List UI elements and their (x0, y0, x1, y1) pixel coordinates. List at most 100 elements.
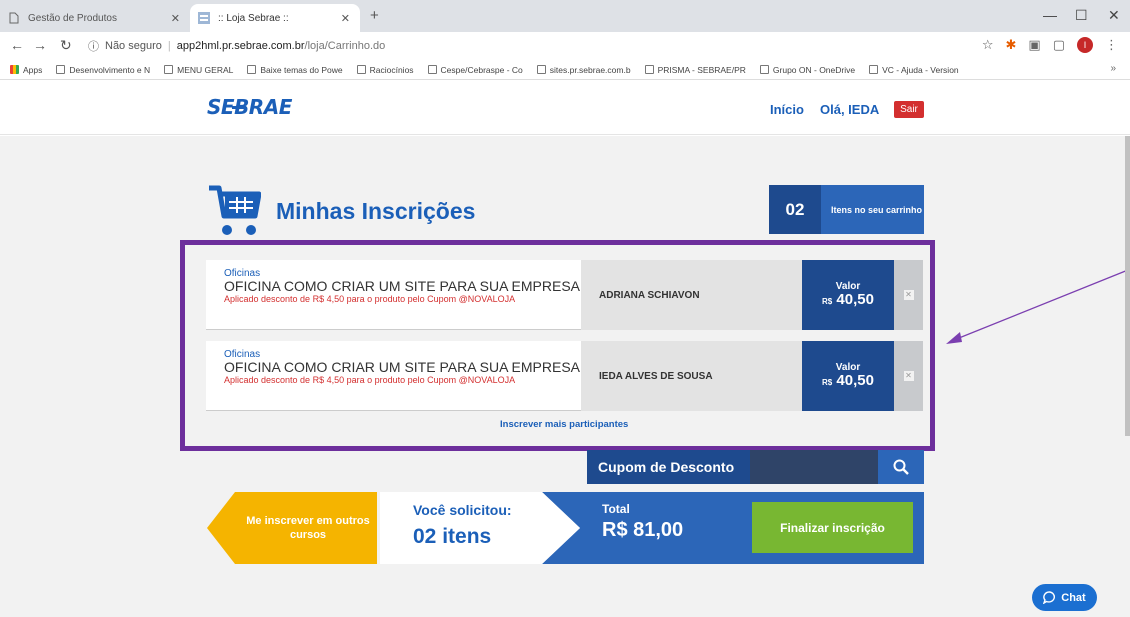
requested-label: Você solicitou: (413, 502, 512, 518)
bookmark-label: Grupo ON - OneDrive (772, 64, 856, 75)
total-value: R$ 81,00 (602, 519, 684, 541)
reload-icon[interactable]: ↻ (60, 37, 72, 54)
site-icon (869, 65, 879, 74)
chat-button[interactable]: Chat (1032, 584, 1097, 611)
remove-item-button[interactable]: ✕ (894, 341, 923, 411)
site-icon (356, 65, 366, 74)
close-icon[interactable]: ✕ (341, 12, 350, 25)
bookmark-label: Baixe temas do Powe (260, 64, 343, 75)
bookmark-item[interactable]: sites.pr.sebrae.com.b (536, 64, 631, 75)
total-label: Total (602, 502, 630, 516)
close-window-icon[interactable]: ✕ (1108, 7, 1120, 24)
cart-icon (209, 185, 261, 235)
extension-icon[interactable]: ▢ (1053, 37, 1065, 53)
item-discount-note: Aplicado desconto de R$ 4,50 para o prod… (224, 375, 516, 385)
url-divider: | (167, 39, 171, 52)
menu-kebab-icon[interactable]: ⋮ (1105, 37, 1118, 53)
annotation-arrow (946, 269, 1129, 344)
item-info: Oficinas OFICINA COMO CRIAR UM SITE PARA… (206, 260, 581, 330)
remove-item-button[interactable]: ✕ (894, 260, 923, 330)
apply-coupon-button[interactable] (878, 450, 924, 484)
item-participant: IEDA ALVES DE SOUSA (581, 341, 802, 411)
cloud-icon (759, 65, 769, 74)
browser-tab-bar: Gestão de Produtos ✕ :: Loja Sebrae :: ✕… (0, 0, 1130, 32)
forward-icon[interactable]: → (33, 37, 47, 53)
chat-bubble-icon (1043, 591, 1056, 604)
maximize-icon[interactable]: ☐ (1075, 7, 1088, 24)
address-bar: ← → ↻ ⓘ Não seguro | app2hml.pr.sebrae.c… (0, 32, 1130, 60)
close-icon[interactable]: ✕ (171, 12, 180, 25)
logo-underline (232, 106, 246, 109)
bookmark-item[interactable]: Baixe temas do Powe (247, 64, 343, 75)
search-icon (893, 459, 909, 475)
bookmark-item[interactable]: Desenvolvimento e N (56, 65, 150, 75)
bookmark-apps[interactable]: Apps (10, 65, 42, 75)
item-info: Oficinas OFICINA COMO CRIAR UM SITE PARA… (206, 341, 581, 411)
site-header: SEBRAE Início Olá, IEDA Sair (0, 81, 1130, 135)
coupon-input[interactable] (750, 450, 878, 484)
bookmark-label: sites.pr.sebrae.com.b (549, 64, 631, 75)
scrollbar[interactable] (1125, 136, 1130, 436)
chat-label: Chat (1061, 591, 1086, 604)
price-amount: 40,50 (836, 371, 874, 389)
cart-count-badge: 02 Itens no seu carrinho (769, 185, 924, 234)
other-courses-button[interactable]: Me inscrever em outros cursos (207, 492, 377, 564)
bookmark-label: PRISMA - SEBRAE/PR (657, 64, 746, 75)
bookmark-item[interactable]: Grupo ON - OneDrive (759, 64, 856, 75)
add-participants-link[interactable]: Inscrever mais participantes (500, 419, 628, 430)
item-participant: ADRIANA SCHIAVON (581, 260, 802, 330)
finalize-button[interactable]: Finalizar inscrição (752, 502, 913, 553)
bookmark-item[interactable]: MENU GERAL (164, 65, 233, 75)
minimize-icon[interactable]: — (1043, 7, 1057, 23)
page-icon (536, 65, 546, 74)
extension-icon[interactable]: ▣ (1028, 37, 1040, 53)
cart-item: Oficinas OFICINA COMO CRIAR UM SITE PARA… (206, 260, 923, 330)
bookmark-item[interactable]: VC - Ajuda - Version (869, 65, 959, 75)
tab-loja-sebrae[interactable]: :: Loja Sebrae :: ✕ (190, 4, 360, 32)
back-icon[interactable]: ← (10, 37, 24, 53)
order-summary-bar: Me inscrever em outros cursos Você solic… (207, 492, 924, 564)
bookmark-label: MENU GERAL (177, 64, 234, 75)
price-value: R$ 40,50 (822, 371, 874, 391)
page-title: Minhas Inscrições (276, 198, 476, 224)
profile-avatar[interactable]: I (1077, 37, 1093, 53)
price-currency: R$ (822, 377, 833, 387)
chevron-right-icon[interactable]: » (1110, 63, 1116, 74)
logout-button[interactable]: Sair (894, 101, 924, 118)
tab-title: :: Loja Sebrae :: (218, 12, 289, 24)
page-icon (644, 65, 654, 74)
cart-item: Oficinas OFICINA COMO CRIAR UM SITE PARA… (206, 341, 923, 411)
url-field[interactable]: ⓘ Não seguro | app2hml.pr.sebrae.com.br … (88, 35, 1048, 56)
extension-tray: ☆ ✱ ▣ ▢ I ⋮ (982, 37, 1118, 53)
cart-count-label: Itens no seu carrinho (831, 204, 923, 215)
info-icon[interactable]: ⓘ (88, 38, 99, 54)
bookmark-label: Cespe/Cebraspe - Co (440, 64, 523, 75)
tab-title: Gestão de Produtos (28, 12, 117, 24)
bookmark-star-icon[interactable]: ☆ (982, 37, 994, 53)
bookmark-label: Apps (23, 64, 43, 75)
document-icon (9, 12, 19, 24)
bookmark-item[interactable]: PRISMA - SEBRAE/PR (644, 64, 746, 75)
item-title: OFICINA COMO CRIAR UM SITE PARA SUA EMPR… (224, 278, 581, 294)
user-greeting[interactable]: Olá, IEDA (820, 102, 879, 117)
sebrae-logo[interactable]: SEBRAE (207, 95, 292, 119)
security-status: Não seguro (105, 39, 162, 52)
extension-icon[interactable]: ✱ (1006, 37, 1017, 53)
item-price: Valor R$ 40,50 (802, 260, 894, 330)
sebrae-favicon-icon (198, 12, 210, 24)
nav-home-link[interactable]: Início (770, 102, 804, 117)
bookmarks-bar: Apps Desenvolvimento e N MENU GERAL Baix… (0, 60, 1130, 80)
close-icon: ✕ (903, 371, 914, 381)
item-discount-note: Aplicado desconto de R$ 4,50 para o prod… (224, 294, 516, 304)
bookmark-item[interactable]: Cespe/Cebraspe - Co (427, 64, 523, 75)
new-tab-button[interactable]: + (370, 7, 379, 24)
price-amount: 40,50 (836, 290, 874, 308)
coupon-section: Cupom de Desconto (587, 450, 924, 484)
bookmark-label: VC - Ajuda - Version (882, 64, 959, 75)
cart-count: 02 (769, 185, 821, 234)
other-courses-label: Me inscrever em outros cursos (246, 515, 370, 541)
bookmark-item[interactable]: Raciocínios (356, 65, 414, 75)
apps-grid-icon (10, 65, 19, 74)
award-icon (56, 65, 66, 74)
tab-gestao-produtos[interactable]: Gestão de Produtos ✕ (0, 4, 190, 32)
